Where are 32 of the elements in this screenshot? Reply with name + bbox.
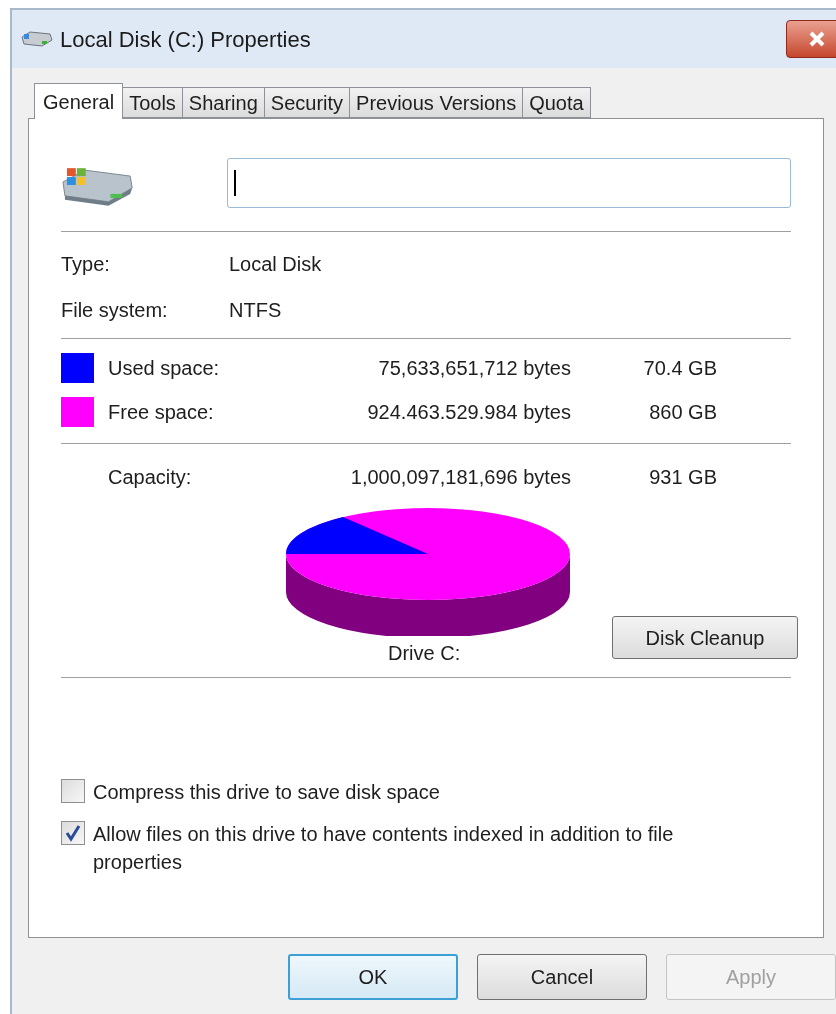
window-title: Local Disk (C:) Properties [60, 25, 311, 54]
size-value: 931 GB [648, 465, 717, 490]
field-value: Local Disk [229, 252, 322, 277]
drive-label: Drive C: [388, 641, 461, 666]
byte-count: 924.463.529.984 bytes [366, 400, 571, 425]
space-label: Capacity: [108, 465, 193, 490]
space-label: Used space: [108, 356, 221, 381]
checkbox-label: Allow files on this drive to have contents indexed in addition to file properties [93, 822, 675, 875]
tab[interactable]: General [34, 83, 124, 119]
dialog-button[interactable]: Cancel [477, 954, 647, 1000]
field-value: NTFS [229, 298, 282, 323]
checkbox[interactable] [61, 779, 85, 803]
field-label: File system: [61, 298, 169, 323]
field-label: Type: [61, 252, 111, 277]
byte-count: 1,000,097,181,696 bytes [349, 465, 571, 490]
close-icon [808, 31, 826, 47]
close-button[interactable] [786, 20, 836, 58]
size-value: 70.4 GB [642, 356, 717, 381]
tab[interactable]: Quota [523, 87, 591, 118]
tab[interactable]: Security [264, 87, 351, 118]
tab[interactable]: Sharing [182, 87, 265, 118]
checkbox[interactable] [61, 821, 85, 845]
byte-count: 75,633,651,712 bytes [377, 356, 571, 381]
dialog-button[interactable]: OK [288, 954, 458, 1000]
name-field[interactable] [227, 158, 791, 208]
disk-cleanup-button[interactable]: Disk Cleanup [612, 616, 798, 659]
checkbox-label: Compress this drive to save disk space [93, 780, 441, 805]
drive-icon [20, 29, 54, 49]
tab[interactable]: Tools [123, 87, 183, 118]
tab[interactable]: Previous Versions [350, 87, 524, 118]
space-label: Free space: [108, 400, 215, 425]
size-value: 860 GB [648, 400, 717, 425]
